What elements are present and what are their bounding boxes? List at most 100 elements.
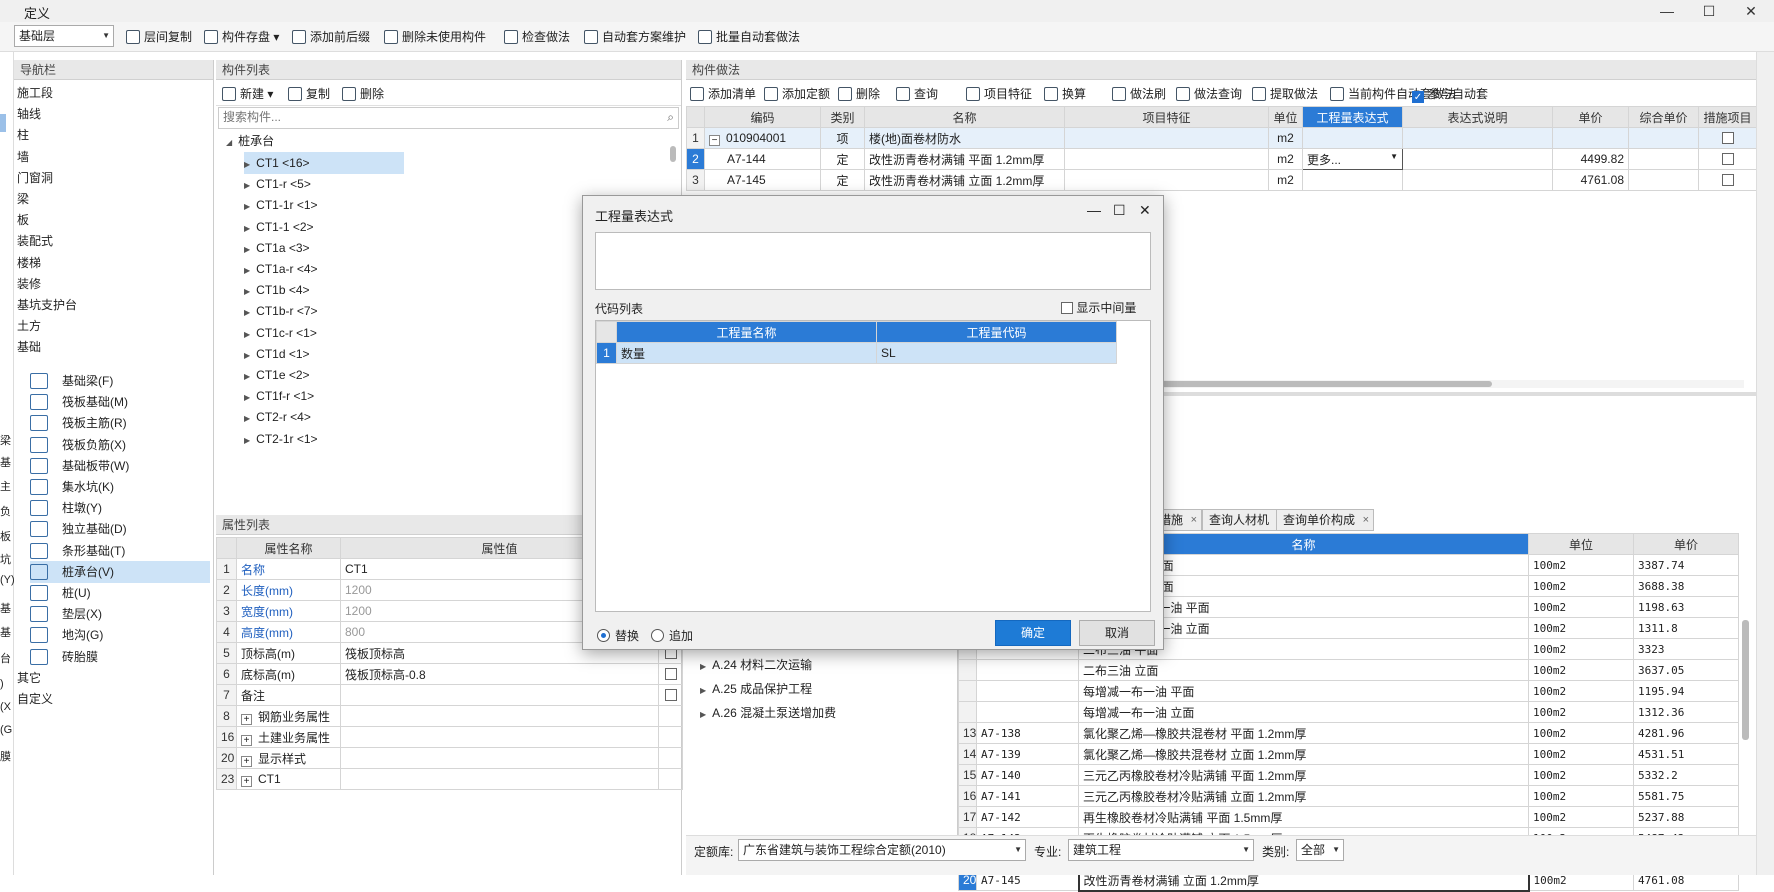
component-search-input[interactable] [219,108,649,126]
property-row[interactable]: 23 + CT1 [216,768,683,790]
method-code[interactable]: −010904001 [704,127,821,149]
tree-item[interactable]: ▶ CT1b <4> [244,279,310,301]
nav-item[interactable]: 基坑支护台 [17,294,77,316]
expression-textarea[interactable] [595,232,1151,290]
quota-row[interactable]: 13 A7-138 氯化聚乙烯—橡胶共混卷材 平面 1.2mm厚 100m2 4281.… [958,722,1739,744]
property-value[interactable] [340,747,659,769]
method-expr[interactable] [1302,127,1403,149]
method-toolbar-button[interactable]: 做法刷 [1112,83,1166,105]
expand-icon[interactable]: + [241,713,252,725]
show-intermediate-checkbox[interactable] [1061,302,1073,314]
measure-checkbox[interactable] [1721,132,1734,144]
show-intermediate-toggle[interactable]: 显示中间量 [1061,299,1136,316]
chevron-right-icon[interactable]: ▶ [244,393,250,402]
tree-item[interactable]: ▶ CT1b-r <7> [244,300,318,322]
query-tab[interactable]: 查询单价构成 × [1276,509,1375,531]
property-value[interactable] [340,684,659,706]
copy-button[interactable]: 复制 [288,83,330,105]
quota-lib-select[interactable]: 广东省建筑与装饰工程综合定额(2010) ▼ [738,839,1026,861]
method-toolbar-button[interactable]: 查询 [896,83,938,105]
property-checkbox[interactable] [664,668,677,680]
method-row[interactable]: 3 A7-145 定改性沥青卷材满铺 立面 1.2mm厚 m2 4761.08 [686,169,1757,191]
participate-auto-checkbox[interactable]: ✓ [1412,91,1424,103]
tree-item[interactable]: ▶ CT2-r <4> [244,406,311,428]
expand-icon[interactable]: + [241,775,252,787]
save-component-button[interactable]: 构件存盘 ▾ [204,26,279,48]
chevron-right-icon[interactable]: ▶ [244,224,250,233]
quota-row[interactable]: 每增减一布一油 立面 100m2 1312.36 [958,701,1739,723]
auto-plan-button[interactable]: 自动套方案维护 [584,26,686,48]
measure-checkbox[interactable] [1721,153,1734,165]
method-toolbar-button[interactable]: 项目特征 [966,83,1032,105]
nav-sub-item[interactable]: 独立基础(D) [30,518,210,540]
property-row[interactable]: 6 底标高(m) 筏板顶标高-0.8 [216,663,683,685]
tree-item[interactable]: ▶ CT1f-r <1> [244,385,314,407]
floor-select[interactable]: 基础层 ▼ [14,25,114,47]
chevron-right-icon[interactable]: ▶ [244,308,250,317]
append-radio[interactable]: 追加 [651,627,693,644]
chevron-right-icon[interactable]: ▶ [244,330,250,339]
method-code[interactable]: A7-145 [704,169,821,191]
tree-item[interactable]: ▶ CT1-r <5> [244,173,311,195]
nav-item[interactable]: 梁 [17,188,29,210]
ok-button[interactable]: 确定 [995,620,1071,646]
expand-icon[interactable]: + [241,734,252,746]
expand-icon[interactable]: + [241,755,252,767]
dialog-maximize-icon[interactable]: ☐ [1113,202,1126,219]
nav-item[interactable]: 门窗洞 [17,167,53,189]
tree-item[interactable]: ▶ CT1e <2> [244,364,310,386]
measure-checkbox[interactable] [1721,174,1734,186]
delete-button[interactable]: 删除 [342,83,384,105]
delete-unused-button[interactable]: 删除未使用构件 [384,26,486,48]
quota-tree-item[interactable]: ▶ A.25 成品保护工程 [700,678,812,700]
method-feature[interactable] [1064,127,1269,149]
chevron-right-icon[interactable]: ▶ [244,436,250,445]
chevron-right-icon[interactable]: ▶ [244,287,250,296]
new-button[interactable]: 新建 ▾ [222,83,273,105]
chevron-right-icon[interactable]: ▶ [700,686,706,695]
tree-item[interactable]: ▶ CT1d <1> [244,343,310,365]
quota-row[interactable]: 每增减一布一油 平面 100m2 1195.94 [958,680,1739,702]
method-code[interactable]: A7-144 [704,148,821,170]
nav-item[interactable]: 基础 [17,336,41,358]
tree-scrollbar[interactable] [670,146,676,162]
replace-radio-button[interactable] [597,629,610,642]
property-row[interactable]: 16 + 土建业务属性 [216,726,683,748]
tree-item[interactable]: ▶ CT2-1r <1> [244,428,318,450]
chevron-right-icon[interactable]: ▶ [244,160,250,169]
nav-sub-item[interactable]: 筏板主筋(R) [30,412,210,434]
nav-item[interactable]: 施工段 [17,82,53,104]
append-radio-button[interactable] [651,629,664,642]
code-row[interactable]: 1 数量 SL [596,342,1117,364]
chevron-right-icon[interactable]: ▶ [244,245,250,254]
method-toolbar-button[interactable]: 做法查询 [1176,83,1242,105]
method-name[interactable]: 改性沥青卷材满铺 平面 1.2mm厚 [864,148,1065,170]
batch-auto-button[interactable]: 批量自动套做法 [698,26,800,48]
nav-sub-item[interactable]: 桩承台(V) [30,560,210,583]
property-value[interactable]: 筏板顶标高-0.8 [340,663,659,685]
chevron-right-icon[interactable]: ▶ [244,202,250,211]
nav-sub-item[interactable]: 砖胎膜 [30,646,210,668]
nav-item[interactable]: 楼梯 [17,252,41,274]
method-name[interactable]: 改性沥青卷材满铺 立面 1.2mm厚 [864,169,1065,191]
method-toolbar-button[interactable]: 添加清单 [690,83,756,105]
tree-item[interactable]: ▶ CT1 <16> [244,152,404,174]
nav-sub-item[interactable]: 条形基础(T) [30,540,210,562]
nav-sub-item[interactable]: 筏板负筋(X) [30,434,210,456]
copy-floor-button[interactable]: 层间复制 [126,26,192,48]
chevron-right-icon[interactable]: ▶ [244,372,250,381]
nav-sub-item[interactable]: 基础板带(W) [30,455,210,477]
nav-item[interactable]: 其它 [17,667,41,689]
property-checkbox[interactable] [664,689,677,701]
replace-radio[interactable]: 替换 [597,627,639,644]
method-name[interactable]: 楼(地)面卷材防水 [864,127,1065,149]
chevron-right-icon[interactable]: ▶ [244,181,250,190]
method-feature[interactable] [1064,169,1269,191]
tab-close-icon[interactable]: × [1191,510,1197,530]
check-method-button[interactable]: 检查做法 [504,26,570,48]
method-row[interactable]: 1−010904001 项楼(地)面卷材防水 m2 [686,127,1757,149]
nav-item[interactable]: 墙 [17,146,29,168]
method-row[interactable]: 2 A7-144 定改性沥青卷材满铺 平面 1.2mm厚 m2 更多... ▼ 4499.8… [686,148,1757,170]
method-toolbar-button[interactable]: 添加定额 [764,83,830,105]
nav-item[interactable]: 装修 [17,273,41,295]
